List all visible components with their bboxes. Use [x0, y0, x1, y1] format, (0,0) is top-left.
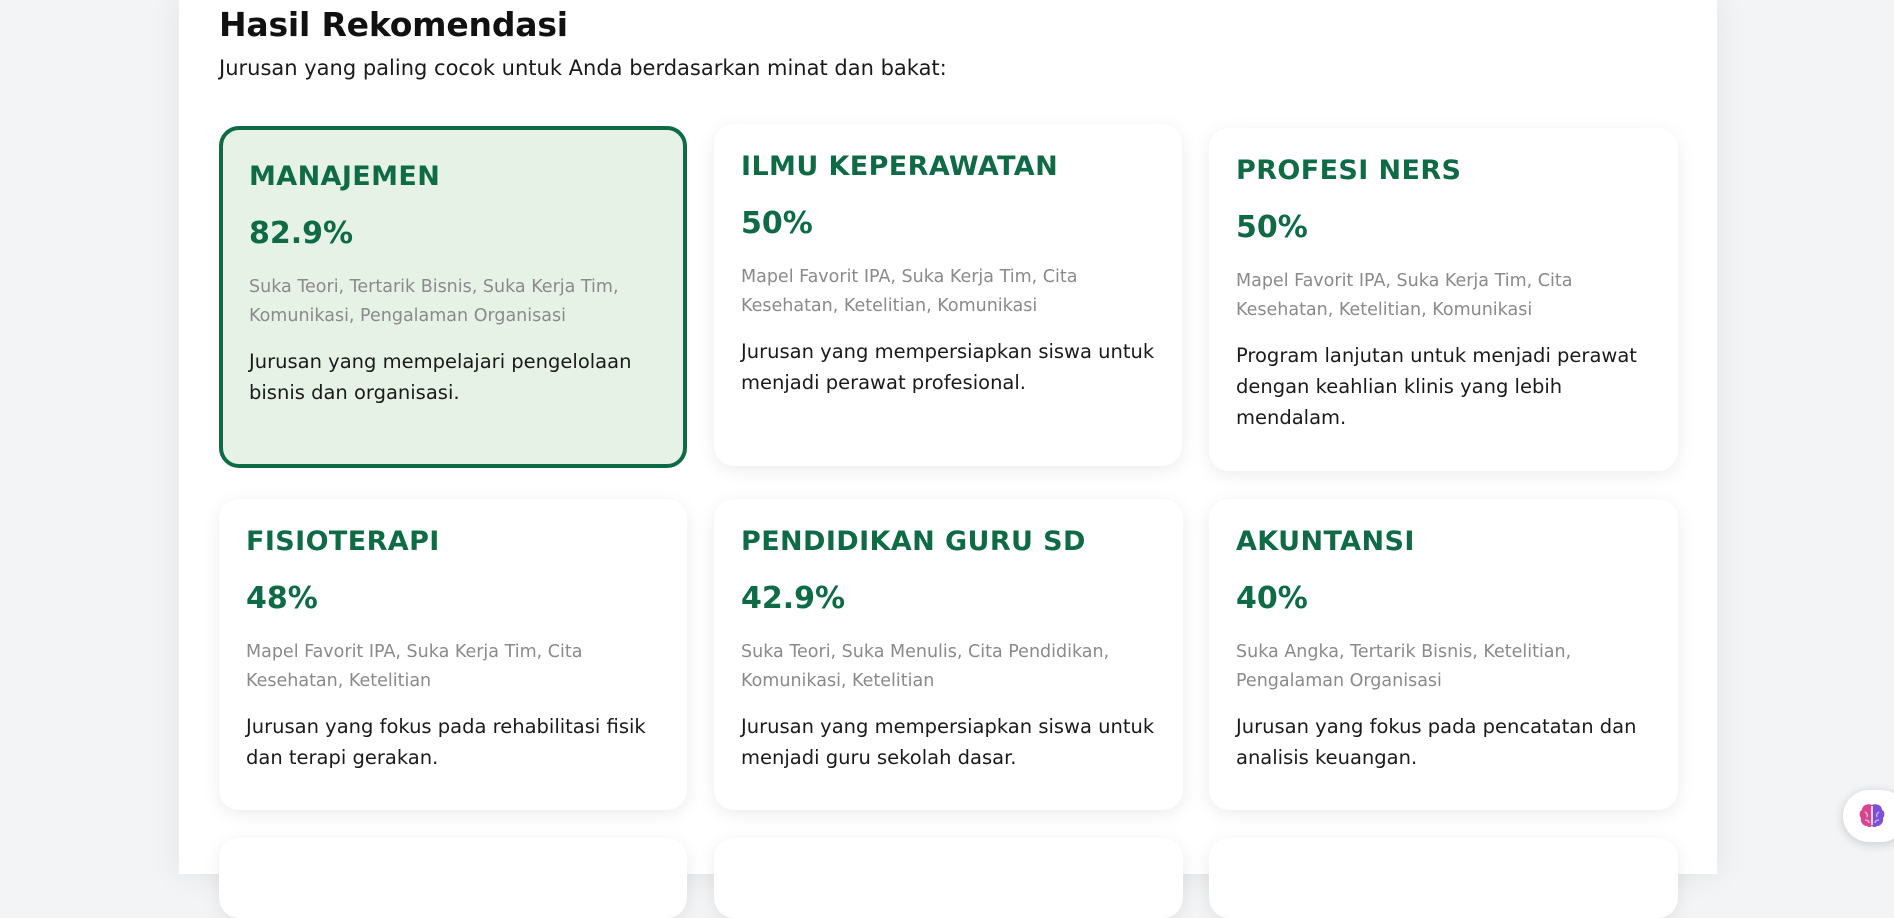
card-title: ILMU KEPERAWATAN — [741, 151, 1059, 182]
card-description: Jurusan yang mempelajari pengelolaan bis… — [249, 350, 632, 404]
page-title: Hasil Rekomendasi — [219, 5, 568, 44]
card-description: Jurusan yang mempersiapkan siswa untuk m… — [741, 340, 1155, 394]
recommendation-card-row3-1[interactable] — [219, 838, 687, 918]
recommendation-card-manajemen[interactable]: MANAJEMEN 82.9% Suka Teori, Tertarik Bis… — [219, 126, 687, 468]
recommendation-card-pendidikan-guru-sd[interactable]: PENDIDIKAN GURU SD 42.9% Suka Teori, Suk… — [714, 499, 1183, 810]
card-description: Program lanjutan untuk menjadi perawat d… — [1236, 344, 1637, 429]
page-subtitle: Jurusan yang paling cocok untuk Anda ber… — [219, 56, 947, 80]
card-description: Jurusan yang fokus pada pencatatan dan a… — [1236, 715, 1637, 769]
card-title: PROFESI NERS — [1236, 155, 1462, 186]
card-title: MANAJEMEN — [249, 161, 441, 192]
card-title: AKUNTANSI — [1236, 526, 1415, 557]
card-tags: Suka Angka, Tertarik Bisnis, Ketelitian,… — [1236, 642, 1572, 691]
recommendation-card-profesi-ners[interactable]: PROFESI NERS 50% Mapel Favorit IPA, Suka… — [1209, 128, 1678, 471]
card-description: Jurusan yang fokus pada rehabilitasi fis… — [246, 715, 646, 769]
card-score: 50% — [741, 206, 813, 241]
recommendation-card-akuntansi[interactable]: AKUNTANSI 40% Suka Angka, Tertarik Bisni… — [1209, 499, 1678, 810]
card-tags: Mapel Favorit IPA, Suka Kerja Tim, Cita … — [1236, 271, 1573, 320]
recommendation-card-row3-2[interactable] — [714, 838, 1183, 918]
card-tags: Suka Teori, Suka Menulis, Cita Pendidika… — [741, 642, 1110, 691]
card-description: Jurusan yang mempersiapkan siswa untuk m… — [741, 715, 1155, 769]
card-score: 48% — [246, 581, 318, 616]
card-score: 40% — [1236, 581, 1308, 616]
brain-icon — [1859, 804, 1885, 828]
card-tags: Suka Teori, Tertarik Bisnis, Suka Kerja … — [249, 277, 619, 326]
card-score: 82.9% — [249, 216, 354, 251]
card-tags: Mapel Favorit IPA, Suka Kerja Tim, Cita … — [741, 267, 1078, 316]
card-title: FISIOTERAPI — [246, 526, 440, 557]
recommendation-card-row3-3[interactable] — [1209, 838, 1678, 918]
recommendation-card-ilmu-keperawatan[interactable]: ILMU KEPERAWATAN 50% Mapel Favorit IPA, … — [714, 124, 1182, 466]
recommendation-card-fisioterapi[interactable]: FISIOTERAPI 48% Mapel Favorit IPA, Suka … — [219, 499, 687, 810]
assistant-fab-button[interactable] — [1843, 790, 1894, 842]
card-title: PENDIDIKAN GURU SD — [741, 526, 1086, 557]
card-tags: Mapel Favorit IPA, Suka Kerja Tim, Cita … — [246, 642, 583, 691]
card-score: 50% — [1236, 210, 1308, 245]
card-score: 42.9% — [741, 581, 846, 616]
